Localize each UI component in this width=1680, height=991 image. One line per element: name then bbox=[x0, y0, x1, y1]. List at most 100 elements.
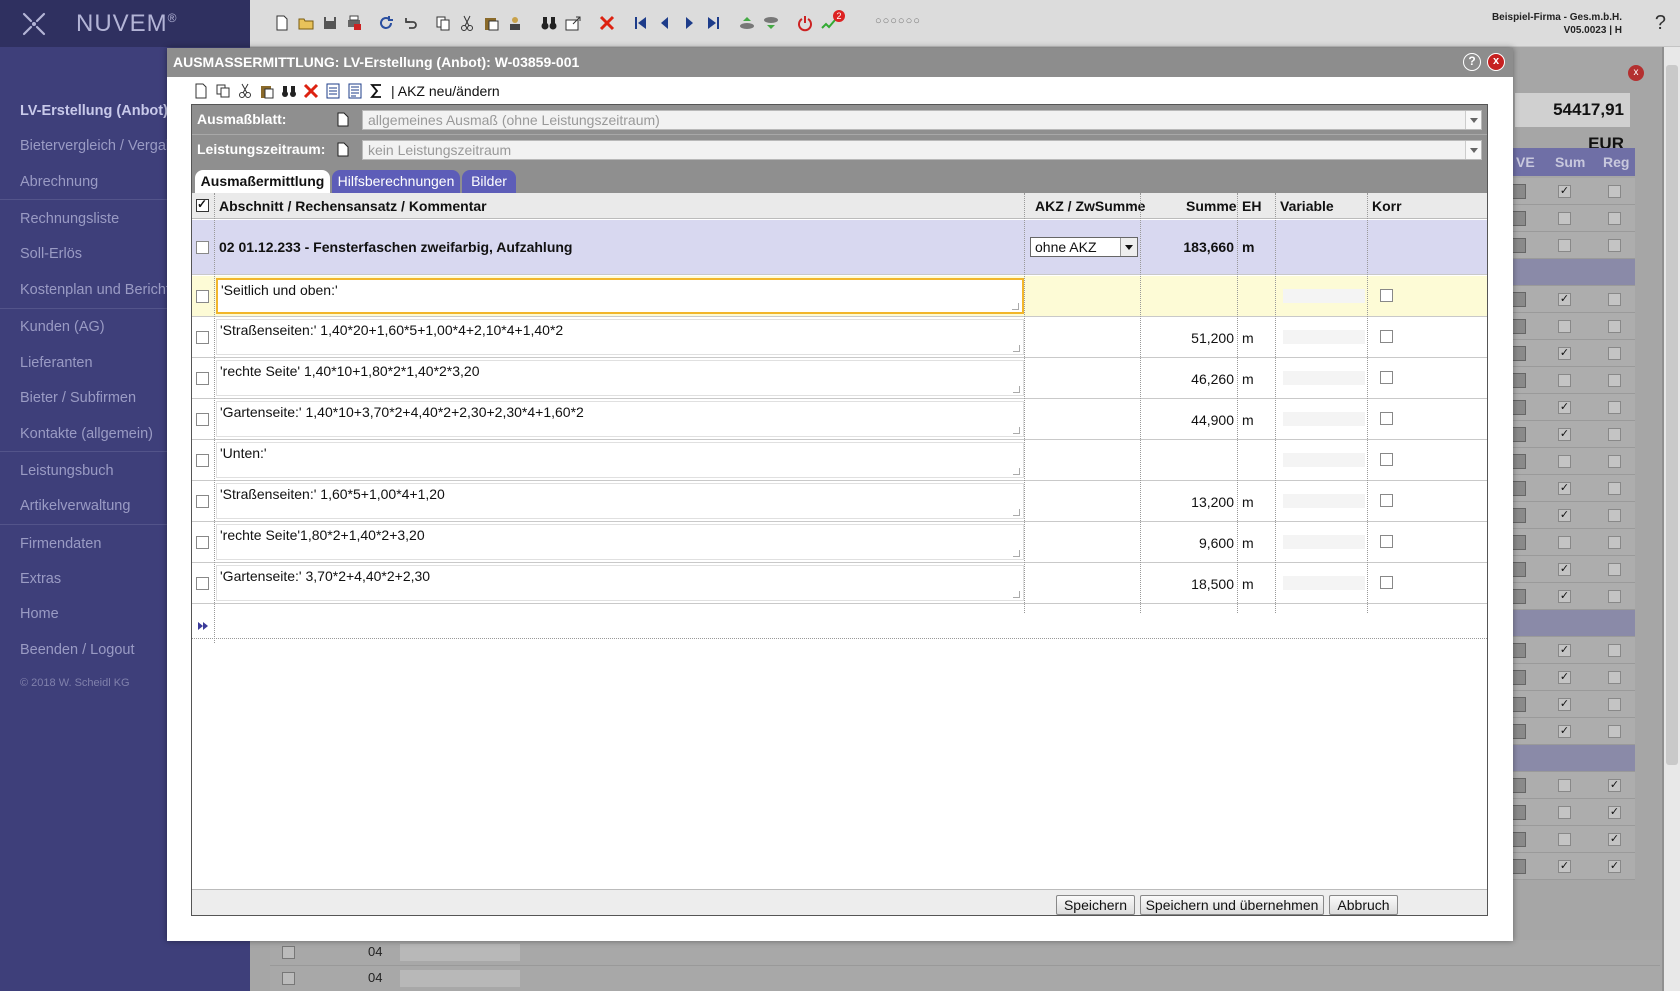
help-icon[interactable]: ? bbox=[1655, 12, 1666, 35]
variable-input[interactable] bbox=[1283, 412, 1365, 426]
table-row[interactable]: 'Seitlich und oben:' bbox=[192, 276, 1487, 317]
table-row[interactable]: 'Gartenseite:' 1,40*10+3,70*2+4,40*2+2,3… bbox=[192, 399, 1487, 440]
sidebar-item-lieferanten[interactable]: Lieferanten bbox=[20, 355, 93, 371]
table-row[interactable]: 'Gartenseite:' 3,70*2+4,40*2+2,30 18,500 m bbox=[192, 563, 1487, 604]
resize-grip-icon[interactable] bbox=[1013, 591, 1020, 598]
sidebar-item-rechnungsliste[interactable]: Rechnungsliste bbox=[20, 211, 119, 227]
variable-input[interactable] bbox=[1283, 330, 1365, 344]
sidebar-item-soll-erloes[interactable]: Soll-Erlös bbox=[20, 246, 82, 262]
sidebar-item-logout[interactable]: Beenden / Logout bbox=[20, 642, 135, 658]
korr-checkbox[interactable] bbox=[1380, 412, 1393, 425]
background-close-icon[interactable]: x bbox=[1628, 65, 1644, 81]
korr-checkbox[interactable] bbox=[1380, 371, 1393, 384]
variable-input[interactable] bbox=[1283, 371, 1365, 385]
row-checkbox[interactable] bbox=[196, 241, 209, 254]
open-folder-icon[interactable] bbox=[297, 14, 315, 32]
page-scrollbar[interactable] bbox=[1664, 47, 1680, 991]
cancel-button[interactable]: Abbruch bbox=[1329, 895, 1398, 915]
resize-grip-icon[interactable] bbox=[1013, 386, 1020, 393]
first-record-icon[interactable] bbox=[632, 14, 650, 32]
paste-icon[interactable] bbox=[482, 14, 500, 32]
binoculars-icon[interactable] bbox=[281, 83, 297, 99]
row-checkbox[interactable] bbox=[196, 495, 209, 508]
delete-icon[interactable] bbox=[303, 83, 319, 99]
korr-checkbox[interactable] bbox=[1380, 453, 1393, 466]
copy-icon[interactable] bbox=[215, 83, 231, 99]
variable-input[interactable] bbox=[1283, 494, 1365, 508]
resize-grip-icon[interactable] bbox=[1012, 303, 1019, 310]
save-icon[interactable] bbox=[321, 14, 339, 32]
document-icon[interactable] bbox=[337, 112, 349, 127]
sidebar-item-firmendaten[interactable]: Firmendaten bbox=[20, 536, 101, 552]
row-checkbox[interactable] bbox=[196, 536, 209, 549]
document-icon[interactable] bbox=[337, 142, 349, 157]
formula-textarea[interactable]: 'Unten:' bbox=[216, 442, 1024, 478]
user-search-icon[interactable] bbox=[506, 14, 524, 32]
sidebar-item-home[interactable]: Home bbox=[20, 606, 59, 622]
sidebar-item-bietervergleich[interactable]: Bietervergleich / Vergabe bbox=[20, 138, 182, 154]
previous-record-icon[interactable] bbox=[656, 14, 674, 32]
sidebar-item-kunden[interactable]: Kunden (AG) bbox=[20, 319, 105, 335]
table-row[interactable]: 'Straßenseiten:' 1,40*20+1,60*5+1,00*4+2… bbox=[192, 317, 1487, 358]
resize-grip-icon[interactable] bbox=[1013, 345, 1020, 352]
position-row[interactable]: 02 01.12.233 - Fensterfaschen zweifarbig… bbox=[192, 220, 1487, 275]
sidebar-item-lv-erstellung[interactable]: LV-Erstellung (Anbot) bbox=[20, 103, 168, 119]
tab-hilfsberechnungen[interactable]: Hilfsberechnungen bbox=[332, 170, 460, 194]
resize-grip-icon[interactable] bbox=[1013, 427, 1020, 434]
variable-input[interactable] bbox=[1283, 535, 1365, 549]
row-checkbox[interactable] bbox=[196, 372, 209, 385]
collapse-icon[interactable] bbox=[738, 14, 756, 32]
row-checkbox[interactable] bbox=[196, 454, 209, 467]
cut-icon[interactable] bbox=[458, 14, 476, 32]
row-field[interactable] bbox=[400, 970, 520, 987]
variable-input[interactable] bbox=[1283, 289, 1365, 303]
tab-ausmassermittlung[interactable]: Ausmaßermittlung bbox=[195, 170, 330, 194]
table-row[interactable]: 04 bbox=[270, 966, 1660, 991]
row-checkbox[interactable] bbox=[196, 413, 209, 426]
row-checkbox[interactable] bbox=[196, 290, 209, 303]
akz-edit-link[interactable]: | AKZ neu/ändern bbox=[391, 83, 500, 99]
table-row[interactable]: 04 bbox=[270, 940, 1660, 966]
export-icon[interactable] bbox=[564, 14, 582, 32]
formula-textarea[interactable]: 'rechte Seite' 1,40*10+1,80*2*1,40*2*3,2… bbox=[216, 360, 1024, 396]
next-record-icon[interactable] bbox=[680, 14, 698, 32]
table-row[interactable]: 'rechte Seite' 1,40*10+1,80*2*1,40*2*3,2… bbox=[192, 358, 1487, 399]
variable-input[interactable] bbox=[1283, 453, 1365, 467]
copy-icon[interactable] bbox=[434, 14, 452, 32]
sidebar-item-extras[interactable]: Extras bbox=[20, 571, 61, 587]
row-checkbox[interactable] bbox=[282, 946, 295, 959]
detail-view-icon[interactable] bbox=[347, 83, 363, 99]
akz-select[interactable]: ohne AKZ bbox=[1030, 237, 1138, 257]
last-record-icon[interactable] bbox=[704, 14, 722, 32]
paste-icon[interactable] bbox=[259, 83, 275, 99]
dialog-close-icon[interactable]: x bbox=[1487, 53, 1505, 71]
resize-grip-icon[interactable] bbox=[1013, 468, 1020, 475]
save-button[interactable]: Speichern bbox=[1056, 895, 1135, 915]
tab-bilder[interactable]: Bilder bbox=[462, 170, 516, 194]
variable-input[interactable] bbox=[1283, 576, 1365, 590]
formula-textarea[interactable]: 'Straßenseiten:' 1,40*20+1,60*5+1,00*4+2… bbox=[216, 319, 1024, 355]
leistungszeitraum-select[interactable]: kein Leistungszeitraum bbox=[362, 140, 1482, 160]
sidebar-item-abrechnung[interactable]: Abrechnung bbox=[20, 174, 98, 190]
undo-icon[interactable] bbox=[401, 14, 419, 32]
add-row-arrow-icon[interactable] bbox=[197, 621, 209, 631]
sidebar-item-kontakte[interactable]: Kontakte (allgemein) bbox=[20, 426, 153, 442]
formula-textarea[interactable]: 'Gartenseite:' 1,40*10+3,70*2+4,40*2+2,3… bbox=[216, 401, 1024, 437]
korr-checkbox[interactable] bbox=[1380, 289, 1393, 302]
row-checkbox[interactable] bbox=[282, 972, 295, 985]
resize-grip-icon[interactable] bbox=[1013, 550, 1020, 557]
power-icon[interactable] bbox=[796, 14, 814, 32]
scrollbar-thumb[interactable] bbox=[1666, 65, 1678, 765]
row-field[interactable] bbox=[400, 944, 520, 961]
sum-icon[interactable] bbox=[369, 83, 385, 99]
formula-textarea[interactable]: 'Straßenseiten:' 1,60*5+1,00*4+1,20 bbox=[216, 483, 1024, 519]
select-all-checkbox[interactable] bbox=[196, 197, 209, 212]
formula-textarea[interactable]: 'rechte Seite'1,80*2+1,40*2+3,20 bbox=[216, 524, 1024, 560]
formula-textarea[interactable]: 'Gartenseite:' 3,70*2+4,40*2+2,30 bbox=[216, 565, 1024, 601]
list-view-icon[interactable] bbox=[325, 83, 341, 99]
logo[interactable]: NUVEM® bbox=[0, 0, 250, 47]
dialog-help-icon[interactable]: ? bbox=[1463, 53, 1481, 71]
sidebar-item-bieter[interactable]: Bieter / Subfirmen bbox=[20, 390, 136, 406]
chevron-down-icon[interactable] bbox=[1465, 141, 1481, 159]
delete-icon[interactable] bbox=[598, 14, 616, 32]
